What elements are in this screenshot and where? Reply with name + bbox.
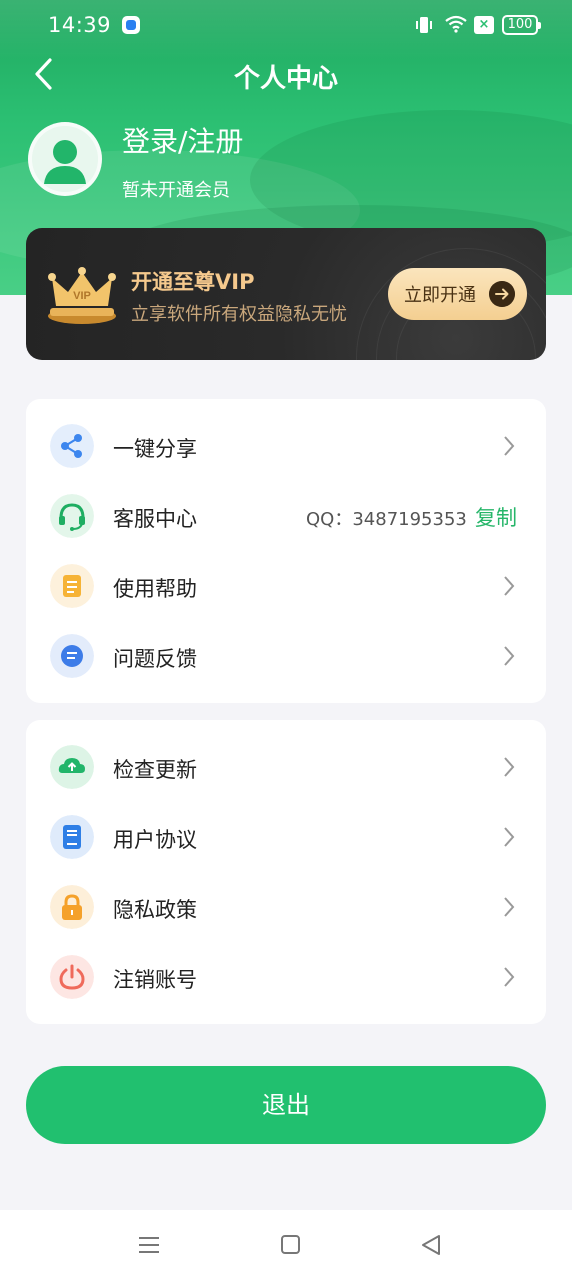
home-icon[interactable]: [281, 1235, 300, 1254]
headset-icon: [50, 494, 94, 538]
menu-icon[interactable]: [138, 1235, 160, 1255]
status-time: 14:39: [48, 13, 112, 37]
menu-item-feedback[interactable]: 问题反馈: [26, 621, 546, 691]
menu-item-customer-service[interactable]: 客服中心 QQ：3487195353 复制: [26, 481, 546, 551]
menu-item-label: 使用帮助: [113, 577, 197, 601]
menu-item-help[interactable]: 使用帮助: [26, 551, 546, 621]
page-title: 个人中心: [233, 64, 338, 94]
chevron-right-icon: [504, 897, 515, 917]
chevron-right-icon: [504, 576, 515, 596]
lock-icon: [50, 885, 94, 929]
copy-button[interactable]: 复制: [475, 502, 517, 532]
chevron-right-icon: [504, 646, 515, 666]
vip-card[interactable]: VIP 开通至尊VIP 立享软件所有权益隐私无忧 立即开通: [26, 228, 546, 360]
login-register-link[interactable]: 登录/注册: [122, 120, 243, 160]
vibrate-icon: [416, 17, 432, 33]
back-icon[interactable]: [420, 1234, 442, 1256]
user-avatar-icon: [32, 126, 98, 192]
arrow-right-icon: [489, 281, 515, 307]
chevron-right-icon: [504, 827, 515, 847]
menu-panel-general: 一键分享 客服中心 QQ：3487195353 复制 使用帮助 问题反馈: [26, 399, 546, 703]
cloud-upload-icon: [50, 745, 94, 789]
member-status: 暂未开通会员: [122, 180, 230, 201]
help-doc-icon: [50, 564, 94, 608]
menu-item-check-update[interactable]: 检查更新: [26, 732, 546, 802]
vip-crown-icon: VIP: [48, 267, 116, 324]
battery-icon: 100: [502, 15, 541, 35]
vip-subtitle: 立享软件所有权益隐私无忧: [131, 304, 347, 325]
qq-number: QQ：3487195353: [306, 509, 467, 530]
menu-item-label: 问题反馈: [113, 647, 197, 671]
open-vip-button[interactable]: 立即开通: [388, 268, 527, 320]
menu-item-user-agreement[interactable]: 用户协议: [26, 802, 546, 872]
feedback-icon: [50, 634, 94, 678]
menu-item-privacy-policy[interactable]: 隐私政策: [26, 872, 546, 942]
open-vip-label: 立即开通: [404, 285, 476, 306]
logout-button[interactable]: 退出: [26, 1066, 546, 1144]
crown-label: VIP: [73, 290, 91, 302]
chevron-right-icon: [504, 757, 515, 777]
menu-item-label: 客服中心: [113, 507, 197, 531]
app-icon: [122, 16, 140, 34]
share-icon: [50, 424, 94, 468]
menu-item-label: 一键分享: [113, 437, 197, 461]
wifi-icon: [445, 15, 467, 33]
chevron-right-icon: [504, 436, 515, 456]
chevron-right-icon: [504, 967, 515, 987]
menu-item-delete-account[interactable]: 注销账号: [26, 942, 546, 1012]
power-icon: [50, 955, 94, 999]
status-bar: 14:39 × 100: [0, 0, 572, 50]
menu-panel-settings: 检查更新 用户协议 隐私政策 注销账号: [26, 720, 546, 1024]
menu-item-share[interactable]: 一键分享: [26, 411, 546, 481]
avatar[interactable]: [28, 122, 102, 196]
menu-item-label: 注销账号: [113, 968, 197, 992]
x-icon: ×: [474, 16, 494, 34]
vip-title: 开通至尊VIP: [131, 270, 255, 294]
agreement-icon: [50, 815, 94, 859]
menu-item-label: 用户协议: [113, 828, 197, 852]
menu-item-label: 隐私政策: [113, 898, 197, 922]
menu-item-label: 检查更新: [113, 758, 197, 782]
